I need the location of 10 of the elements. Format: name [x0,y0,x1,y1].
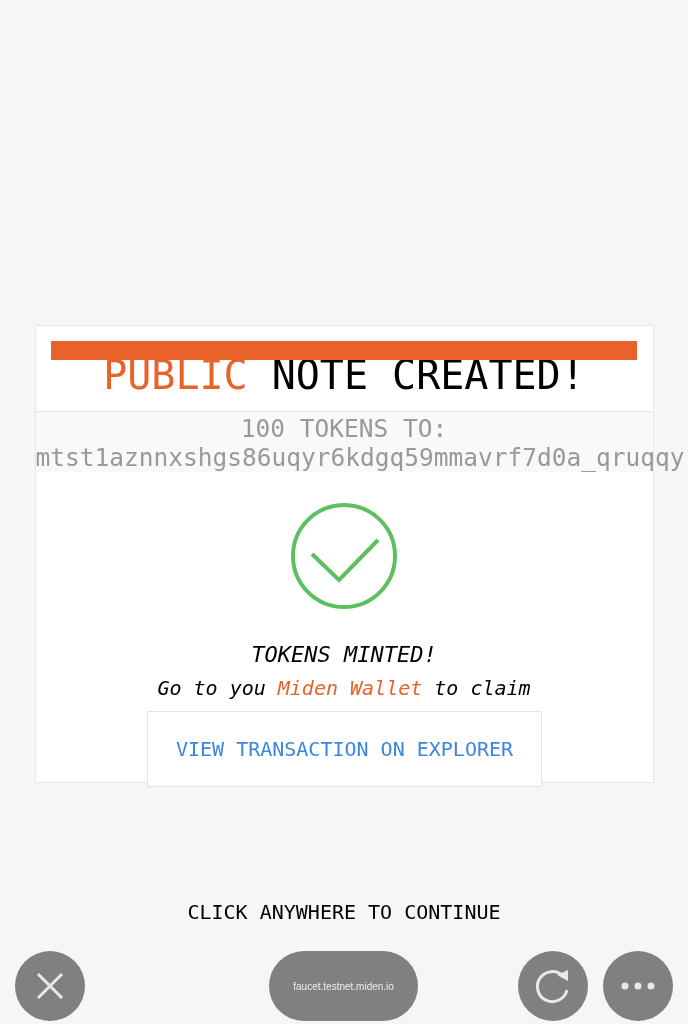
continue-hint[interactable]: CLICK ANYWHERE TO CONTINUE [187,900,501,924]
url-pill[interactable]: faucet.testnet.miden.io [268,951,419,1021]
amount-label: 100 TOKENS TO: [240,414,448,443]
close-icon [35,972,64,1000]
explorer-button[interactable]: VIEW TRANSACTION ON EXPLORER [147,711,542,787]
more-icon [621,982,656,990]
check-circle-icon [290,502,398,610]
claim-text: Go to you Miden Wallet to claim [157,676,531,700]
status-text: TOKENS MINTED! [251,642,437,668]
address-text: mtst1aznnxshgs86uqyr6kdgq59mmavrf7d0a_qruqqy [35,443,685,472]
